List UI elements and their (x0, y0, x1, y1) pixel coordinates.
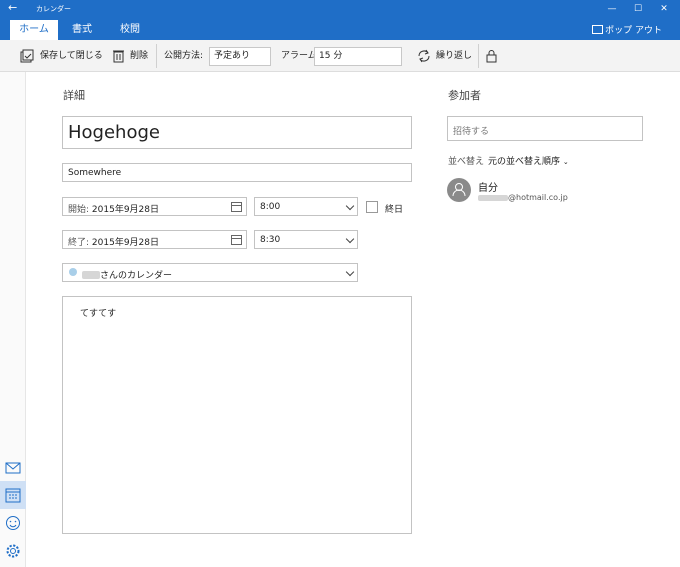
sort-value: 元の並べ替え順序 (488, 157, 561, 167)
app-switcher-bar (0, 72, 26, 567)
command-toolbar: 保存して閉じる 削除 公開方法: 予定あり アラーム: 15 分 繰り返し (0, 40, 680, 72)
calendar-select-value: さんのカレンダー (82, 268, 172, 281)
attendee-self-name: 自分 (478, 183, 498, 194)
chevron-down-icon (345, 267, 355, 277)
start-date-value: 開始: 2015年9月28日 (68, 202, 159, 215)
start-date-text: 2015年9月28日 (91, 205, 160, 215)
end-time-select[interactable]: 8:30 (254, 230, 358, 249)
save-close-button[interactable]: 保存して閉じる (40, 40, 103, 72)
tab-home[interactable]: ホーム (10, 20, 58, 40)
invite-input[interactable]: 招待する (447, 116, 643, 141)
window-title: カレンダー (36, 5, 71, 13)
toolbar-divider (478, 44, 479, 68)
maximize-button[interactable]: ☐ (630, 2, 646, 16)
show-as-select[interactable]: 予定あり (209, 47, 271, 66)
back-button[interactable]: ← (8, 1, 17, 14)
end-label: 終了: (68, 238, 90, 248)
location-input[interactable]: Somewhere (62, 163, 412, 182)
end-date-picker[interactable]: 終了: 2015年9月28日 (62, 230, 247, 249)
delete-button[interactable]: 削除 (130, 40, 148, 72)
calendar-name-suffix: さんのカレンダー (100, 271, 173, 281)
calendar-icon[interactable] (5, 487, 21, 503)
lock-icon[interactable] (486, 49, 497, 63)
start-time-select[interactable]: 8:00 (254, 197, 358, 216)
calendar-picker-icon[interactable] (231, 202, 242, 212)
details-section-title: 詳細 (63, 89, 85, 102)
ribbon-tabs: ホーム 書式 校閲 ポップ アウト (0, 18, 680, 40)
minimize-button[interactable]: — (604, 2, 620, 16)
redacted-name (82, 271, 100, 279)
redacted-email-user (478, 195, 508, 201)
all-day-label: 終日 (385, 205, 404, 215)
avatar (447, 178, 471, 202)
popout-label: ポップ アウト (605, 26, 662, 36)
attendee-self-email: @hotmail.co.jp (478, 193, 568, 202)
event-title-input[interactable]: Hogehoge (62, 116, 412, 149)
gear-icon[interactable] (5, 543, 21, 559)
mail-icon[interactable] (5, 460, 21, 476)
feedback-smiley-icon[interactable] (5, 515, 21, 531)
chevron-down-icon: ⌄ (562, 158, 569, 166)
calendar-picker-icon[interactable] (231, 235, 242, 245)
all-day-checkbox[interactable] (366, 201, 378, 213)
start-time-value: 8:00 (260, 202, 281, 212)
sort-label: 並べ替え (448, 157, 485, 167)
show-as-label: 公開方法: (164, 51, 204, 61)
title-bar: ← カレンダー — ☐ ✕ (0, 0, 680, 18)
calendar-color-dot (69, 268, 77, 276)
save-close-icon (20, 49, 34, 63)
toolbar-divider (156, 44, 157, 68)
calendar-select[interactable]: さんのカレンダー (62, 263, 358, 282)
start-label: 開始: (68, 205, 90, 215)
invite-placeholder: 招待する (453, 127, 490, 137)
end-date-text: 2015年9月28日 (91, 238, 160, 248)
tab-review[interactable]: 校閲 (108, 20, 152, 40)
repeat-icon (418, 49, 430, 63)
notes-textarea[interactable]: てすてす (62, 296, 412, 534)
tab-format[interactable]: 書式 (60, 20, 104, 40)
alarm-select[interactable]: 15 分 (314, 47, 402, 66)
sort-dropdown[interactable]: 元の並べ替え順序 ⌄ (488, 154, 569, 167)
chevron-down-icon (345, 201, 355, 211)
popout-button[interactable]: ポップ アウト (592, 23, 662, 36)
end-date-value: 終了: 2015年9月28日 (68, 235, 159, 248)
start-date-picker[interactable]: 開始: 2015年9月28日 (62, 197, 247, 216)
attendee-email-domain: @hotmail.co.jp (508, 193, 568, 202)
event-title-value: Hogehoge (68, 122, 160, 143)
chevron-down-icon (345, 234, 355, 244)
repeat-button[interactable]: 繰り返し (436, 40, 472, 72)
trash-icon (113, 50, 124, 63)
close-button[interactable]: ✕ (656, 2, 672, 16)
end-time-value: 8:30 (260, 235, 281, 245)
location-value: Somewhere (68, 168, 122, 178)
popout-icon (592, 25, 604, 34)
notes-value: てすてす (80, 309, 117, 319)
person-icon (452, 183, 466, 197)
attendees-section-title: 参加者 (448, 89, 481, 102)
